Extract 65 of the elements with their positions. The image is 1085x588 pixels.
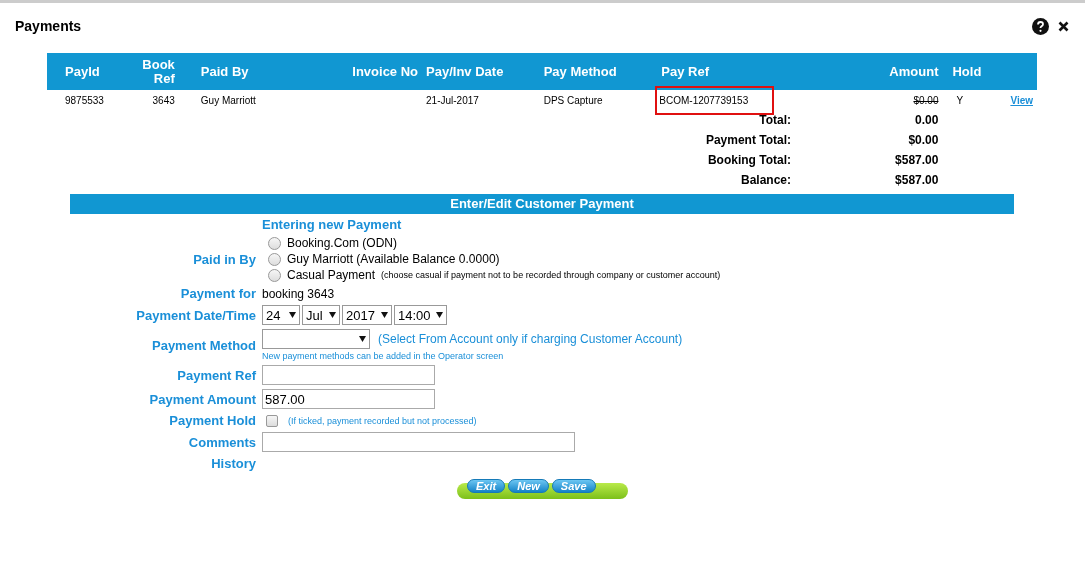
table-cell: 21-Jul-2017 <box>426 94 479 106</box>
total-label: Total: <box>759 113 791 127</box>
column-header: Invoice No <box>324 53 423 90</box>
field-label: Payment Method <box>152 337 256 353</box>
radio-button[interactable] <box>268 236 281 250</box>
total-value: 0.00 <box>915 113 939 127</box>
column-header: PayId <box>47 53 129 90</box>
field-label: History <box>211 456 256 471</box>
total-label: Booking Total: <box>707 153 791 167</box>
total-label: Balance: <box>740 173 791 187</box>
total-value: $587.00 <box>895 153 939 167</box>
close-icon[interactable] <box>1058 20 1069 32</box>
column-header: Pay Ref <box>657 53 795 90</box>
field-label: Payment Amount <box>149 391 256 407</box>
input-field[interactable] <box>262 432 575 452</box>
radio-label: Casual Payment <box>287 268 376 282</box>
caret-icon <box>436 312 444 318</box>
note-text: New payment methods can be added in the Operator screen <box>262 351 505 361</box>
table-cell: 3643 <box>152 94 175 106</box>
field-label: Paid in By <box>193 251 256 267</box>
section-header: Enter/Edit Customer Payment <box>70 194 1014 214</box>
total-label: Payment Total: <box>705 133 791 147</box>
total-value: $0.00 <box>908 133 939 147</box>
caret-icon <box>380 312 388 318</box>
dropdown[interactable]: 14:00 <box>393 305 448 325</box>
table-cell: 9875533 <box>65 94 104 106</box>
column-header: Hold <box>942 53 1007 90</box>
column-header: Book Ref <box>128 53 179 90</box>
field-label: Payment Hold <box>169 413 256 428</box>
radio-button[interactable] <box>268 252 281 266</box>
caret-icon <box>329 312 336 318</box>
table-cell: DPS Capture <box>543 94 603 106</box>
total-value: $587.00 <box>895 173 939 187</box>
hint-text: (If ticked, payment recorded but not processed) <box>288 415 477 426</box>
field-label: Comments <box>188 434 256 450</box>
field-label: Payment Date/Time <box>136 307 256 323</box>
table-cell: $0.00 <box>913 94 939 106</box>
table-cell: Y <box>956 94 964 106</box>
caret-icon <box>289 312 296 318</box>
field-label: Payment Ref <box>177 367 256 383</box>
input-field[interactable] <box>262 365 435 385</box>
field-label: Payment for <box>180 286 256 301</box>
dropdown[interactable]: 24 <box>262 305 300 325</box>
caret-icon <box>359 336 366 342</box>
checkbox[interactable] <box>266 414 278 427</box>
view-link[interactable]: View <box>1010 94 1033 106</box>
column-header: Pay Method <box>539 53 658 90</box>
field-value: booking 3643 <box>262 286 335 301</box>
help-icon[interactable] <box>1032 17 1049 35</box>
dropdown[interactable]: Jul <box>302 305 340 325</box>
input-field[interactable]: 587.00 <box>262 389 435 409</box>
radio-button[interactable] <box>268 268 281 282</box>
radio-label: Booking.Com (ODN) <box>287 236 398 250</box>
column-header: Amount <box>795 53 943 90</box>
window-title: Payments <box>15 18 82 34</box>
radio-note: (choose casual if payment not to be recorded through company or customer account) <box>381 270 721 280</box>
table-cell: Guy Marriott <box>200 94 256 106</box>
column-header: Paid By <box>178 53 325 90</box>
radio-label: Guy Marriott (Available Balance 0.0000) <box>287 252 500 266</box>
column-header: Pay/Inv Date <box>422 53 540 90</box>
hint-text: (Select From Account only if charging Customer Account) <box>378 332 683 346</box>
form-subtitle: Entering new Payment <box>262 217 403 232</box>
table-cell: BCOM-1207739153 <box>657 87 773 113</box>
dropdown[interactable]: 2017 <box>342 305 392 325</box>
dropdown[interactable] <box>262 329 370 349</box>
